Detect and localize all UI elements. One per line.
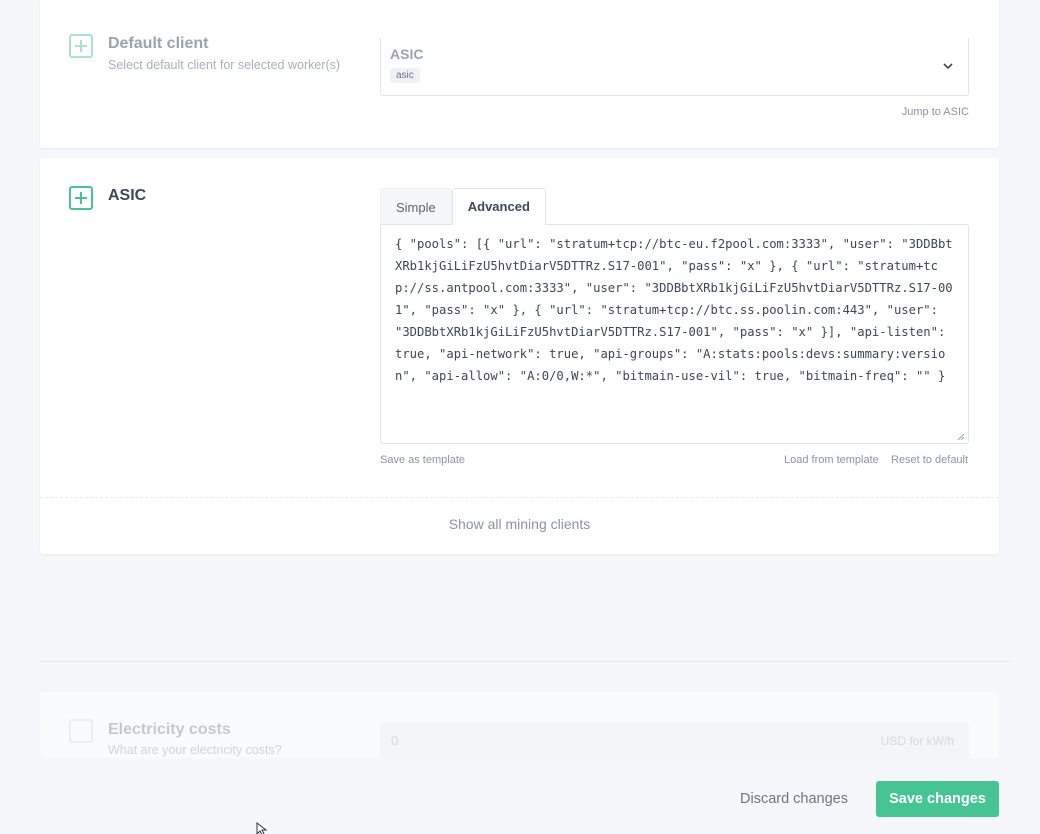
asic-client-card: ASIC Simple Advanced { "pools": [{ "url"… [40,158,999,554]
default-client-card: Default client Select default client for… [40,0,999,148]
section-subtitle: Select default client for selected worke… [108,58,341,72]
electricity-cost-unit: USD for kW/h [880,734,954,748]
expand-toggle-icon[interactable] [69,186,93,210]
reset-to-default-link[interactable]: Reset to default [891,454,968,466]
selected-client-tag: asic [390,68,420,83]
show-all-clients-link[interactable]: Show all mining clients [40,516,999,532]
plus-icon [75,192,87,204]
jump-to-asic-link[interactable]: Jump to ASIC [902,106,969,118]
discard-changes-button[interactable]: Discard changes [724,781,864,817]
tab-advanced[interactable]: Advanced [451,188,546,225]
electricity-card: Electricity costs What are your electric… [40,692,999,758]
chevron-down-icon [943,63,953,70]
electricity-checkbox[interactable] [69,719,93,743]
action-footer: Discard changes Save changes [0,758,1040,834]
plus-icon [75,40,87,52]
section-title: ASIC [108,187,147,204]
tab-simple[interactable]: Simple [380,188,452,225]
resize-handle-icon[interactable] [955,431,965,441]
advanced-config-textarea[interactable]: { "pools": [{ "url": "stratum+tcp://btc-… [380,224,969,444]
save-changes-button[interactable]: Save changes [876,781,999,817]
save-as-template-link[interactable]: Save as template [380,454,465,466]
section-subtitle: What are your electricity costs? [108,743,282,757]
divider [40,497,999,498]
config-tabs: Simple Advanced [380,188,546,225]
mouse-cursor-icon [256,822,268,834]
section-title: Electricity costs [108,721,231,738]
load-from-template-link[interactable]: Load from template [784,454,879,466]
expand-toggle-icon[interactable] [69,34,93,58]
selected-client-label: ASIC [390,46,424,62]
section-title: Default client [108,35,209,52]
electricity-cost-input[interactable]: 0 USD for kW/h [380,722,969,758]
electricity-cost-value: 0 [391,733,399,748]
default-client-select[interactable]: ASIC asic [380,38,969,96]
divider [40,661,1010,662]
